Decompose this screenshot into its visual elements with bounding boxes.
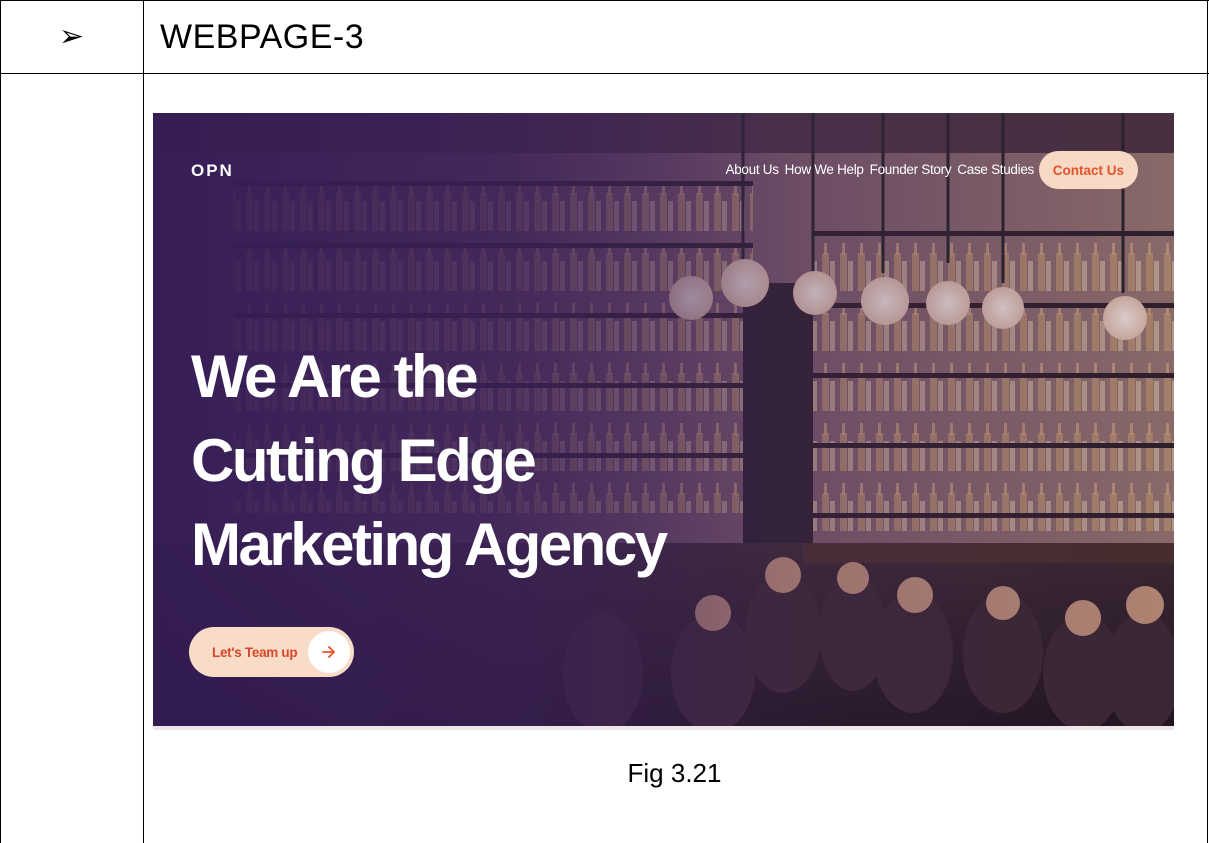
hero-title: We Are the Cutting Edge Marketing Agency [191, 335, 668, 587]
figure-caption-row: Fig 3.21 [0, 758, 1209, 789]
section-heading: WEBPAGE-3 [160, 17, 365, 56]
hero-title-line-1: We Are the [191, 343, 479, 410]
hero-title-line-2: Cutting Edge [191, 427, 537, 494]
cta-label: Let's Team up [212, 644, 298, 660]
screenshot-bottom-strip [153, 726, 1174, 730]
site-logo[interactable]: OPN [191, 161, 234, 181]
arrow-bullet-icon: ➢ [58, 20, 85, 53]
website-screenshot: OPN About Us How We Help Founder Story C… [153, 113, 1174, 730]
site-navbar: OPN About Us How We Help Founder Story C… [153, 113, 1174, 229]
table-divider-vertical [143, 0, 144, 843]
nav-links: About Us How We Help Founder Story Case … [726, 162, 1035, 177]
nav-link-case-studies[interactable]: Case Studies [957, 162, 1034, 177]
hero-title-line-3: Marketing Agency [191, 511, 668, 578]
table-border-right [1207, 0, 1208, 843]
table-border-left [0, 0, 1, 843]
section-heading-cell: WEBPAGE-3 [160, 0, 364, 74]
document-table: ➢ WEBPAGE-3 OPN About Us How We Help Fou… [0, 0, 1209, 843]
nav-link-founder-story[interactable]: Founder Story [870, 162, 952, 177]
nav-link-how-we-help[interactable]: How We Help [785, 162, 864, 177]
figure-caption: Fig 3.21 [627, 758, 722, 788]
contact-us-button[interactable]: Contact Us [1038, 151, 1138, 189]
nav-link-about-us[interactable]: About Us [726, 162, 779, 177]
arrow-right-icon [308, 631, 350, 673]
lets-team-up-button[interactable]: Let's Team up [189, 627, 354, 677]
bullet-cell: ➢ [0, 0, 143, 74]
